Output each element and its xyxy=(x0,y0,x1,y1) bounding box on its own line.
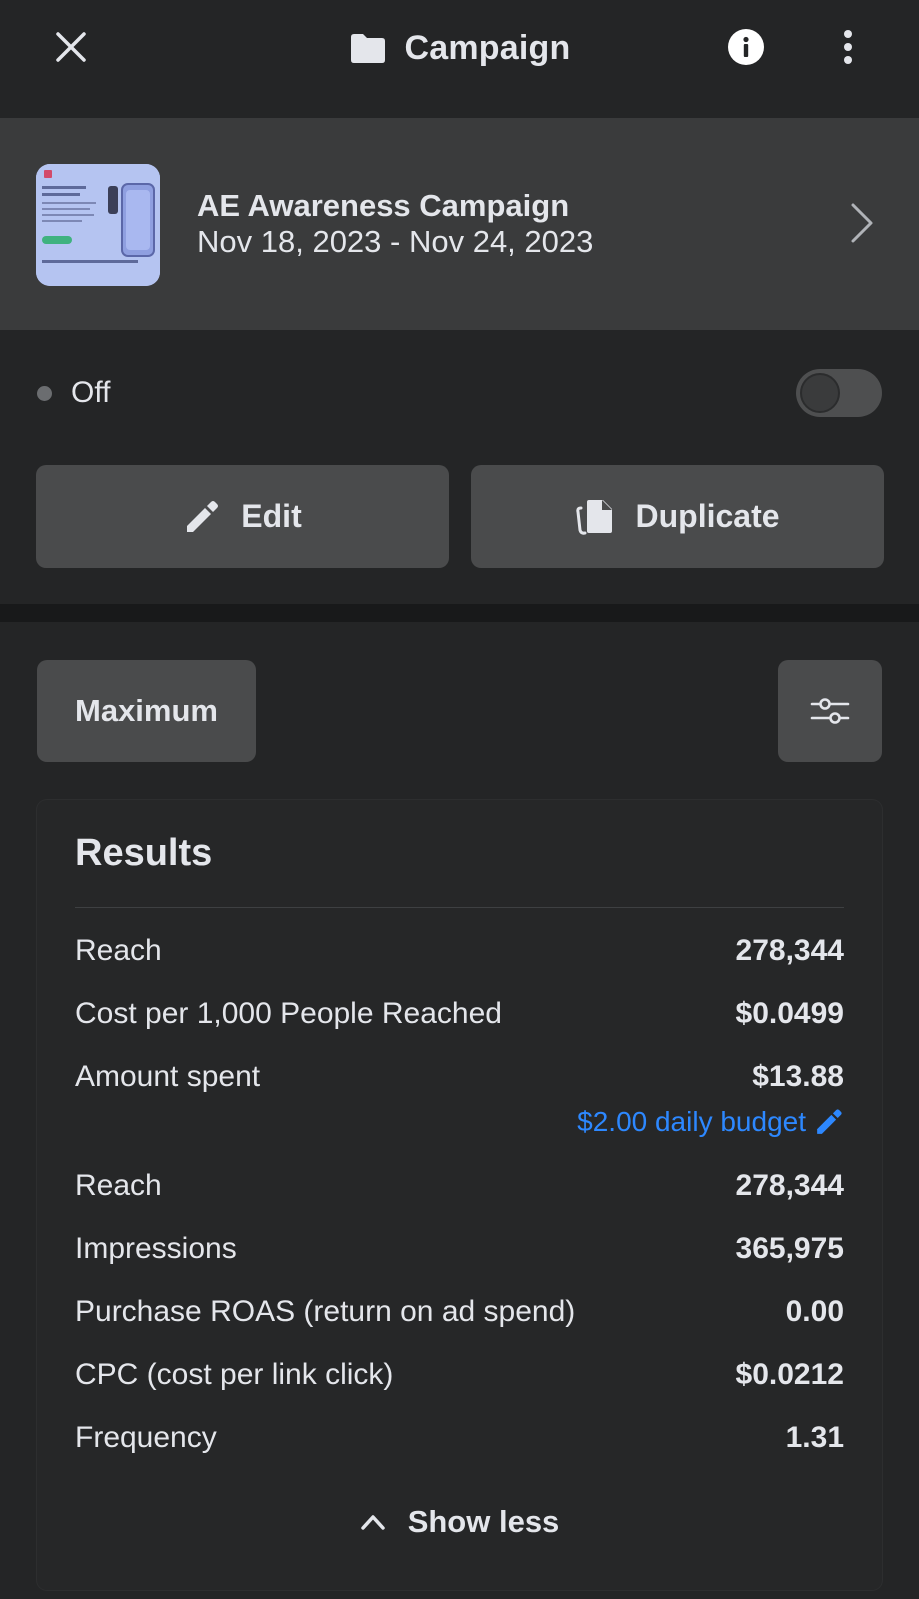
filter-settings-button[interactable] xyxy=(778,660,882,762)
daily-budget-link[interactable]: $2.00 daily budget xyxy=(577,1104,844,1140)
results-card: Results Reach 278,344 Cost per 1,000 Peo… xyxy=(37,800,882,1590)
metric-value: $13.88 xyxy=(752,1060,844,1093)
campaign-status-toggle[interactable] xyxy=(796,369,882,417)
pencil-icon xyxy=(817,1109,842,1134)
sliders-icon xyxy=(810,698,850,724)
campaign-name: AE Awareness Campaign xyxy=(197,188,570,223)
metric-row-cpc: CPC (cost per link click) $0.0212 xyxy=(75,1355,844,1395)
status-label: Off xyxy=(71,376,111,409)
metric-label: CPC (cost per link click) xyxy=(75,1358,394,1391)
show-less-button[interactable]: Show less xyxy=(37,1500,882,1544)
metric-value: 365,975 xyxy=(735,1232,844,1265)
info-button[interactable] xyxy=(724,25,768,69)
metric-label: Reach xyxy=(75,1169,162,1202)
page-title: Campaign xyxy=(404,28,571,67)
top-bar: Campaign xyxy=(0,0,919,116)
date-preset-label: Maximum xyxy=(75,693,218,728)
chevron-up-icon xyxy=(360,1515,385,1530)
metric-label: Reach xyxy=(75,934,162,967)
page-title-group: Campaign xyxy=(0,0,919,96)
show-less-label: Show less xyxy=(407,1504,560,1539)
duplicate-button-label: Duplicate xyxy=(635,498,780,534)
campaign-date-range: Nov 18, 2023 - Nov 24, 2023 xyxy=(197,224,594,259)
metric-label: Purchase ROAS (return on ad spend) xyxy=(75,1295,576,1328)
info-icon xyxy=(728,29,764,65)
metric-row-frequency: Frequency 1.31 xyxy=(75,1418,844,1458)
metric-row-reach-2: Reach 278,344 xyxy=(75,1166,844,1206)
more-vertical-icon xyxy=(844,30,852,64)
results-divider xyxy=(75,907,844,908)
results-title: Results xyxy=(75,832,213,874)
pencil-icon xyxy=(187,500,219,532)
duplicate-button[interactable]: Duplicate xyxy=(471,465,884,568)
campaign-summary-card[interactable]: AE Awareness Campaign Nov 18, 2023 - Nov… xyxy=(0,118,919,330)
edit-button[interactable]: Edit xyxy=(36,465,449,568)
status-indicator-dot xyxy=(37,386,52,401)
metric-row-purchase-roas: Purchase ROAS (return on ad spend) 0.00 xyxy=(75,1292,844,1332)
metric-label: Amount spent xyxy=(75,1060,261,1093)
metric-row-reach: Reach 278,344 xyxy=(75,931,844,971)
metric-label: Impressions xyxy=(75,1232,237,1265)
more-options-button[interactable] xyxy=(826,25,870,69)
metric-row-impressions: Impressions 365,975 xyxy=(75,1229,844,1269)
toggle-knob xyxy=(800,373,840,413)
folder-icon xyxy=(350,34,385,63)
metric-value: 278,344 xyxy=(735,934,844,967)
campaign-thumbnail xyxy=(36,164,160,286)
edit-button-label: Edit xyxy=(241,498,302,534)
metric-value: 1.31 xyxy=(785,1421,844,1454)
close-button[interactable] xyxy=(48,24,94,70)
duplicate-icon xyxy=(576,499,613,535)
metric-value: $0.0212 xyxy=(735,1358,844,1391)
metric-value: 278,344 xyxy=(735,1169,844,1202)
date-preset-button[interactable]: Maximum xyxy=(37,660,256,762)
chevron-right-icon xyxy=(842,200,882,246)
daily-budget-text: $2.00 daily budget xyxy=(577,1106,806,1137)
metric-label: Frequency xyxy=(75,1421,217,1454)
metric-row-cost-per-1000: Cost per 1,000 People Reached $0.0499 xyxy=(75,994,844,1034)
section-divider xyxy=(0,604,919,622)
metric-row-amount-spent: Amount spent $13.88 xyxy=(75,1057,844,1097)
metric-label: Cost per 1,000 People Reached xyxy=(75,997,502,1030)
metric-value: 0.00 xyxy=(785,1295,844,1328)
close-icon xyxy=(56,32,86,62)
metric-value: $0.0499 xyxy=(735,997,844,1030)
